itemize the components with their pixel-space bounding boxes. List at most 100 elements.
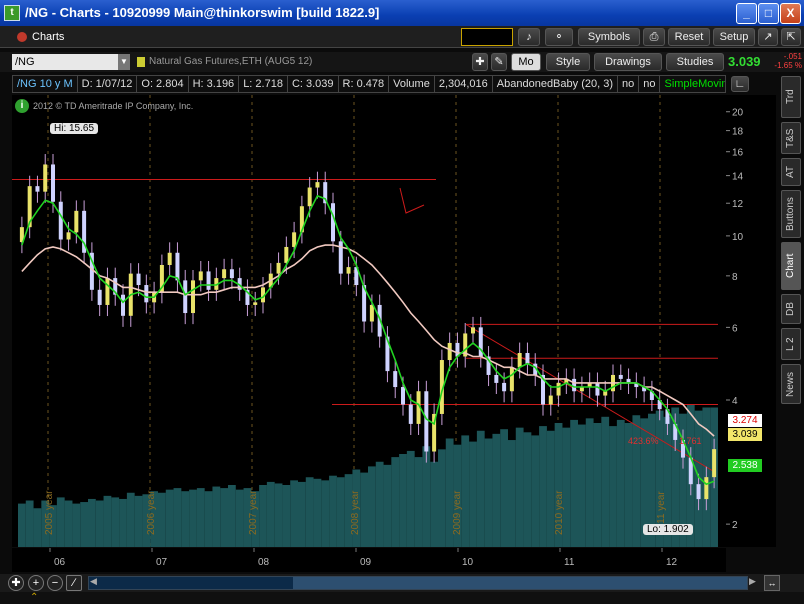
volume-bar	[601, 416, 610, 547]
side-tab-t-s[interactable]: T&S	[781, 122, 801, 154]
close-button[interactable]: X	[780, 3, 801, 24]
info-no-2: no	[639, 76, 661, 92]
year-marker-label: 2005 year	[44, 490, 55, 535]
time-tick-label: 06	[54, 557, 66, 568]
last-price: 3.039	[728, 54, 761, 69]
volume-bar	[282, 485, 291, 547]
time-tick-label: 12	[666, 557, 678, 568]
candle-body	[447, 342, 452, 361]
chart-scrollbar[interactable]	[88, 576, 748, 590]
volume-bar	[56, 497, 65, 547]
setup-button[interactable]: Setup	[713, 28, 755, 46]
tab-charts[interactable]: Charts	[12, 28, 70, 46]
volume-bar	[298, 481, 306, 547]
copyright-text: 2012 © TD Ameritrade IP Company, Inc.	[33, 101, 194, 111]
scroll-left-icon[interactable]: ◀	[90, 576, 97, 587]
zoom-in-icon[interactable]: +	[28, 575, 44, 591]
studies-button[interactable]: Studies	[666, 53, 724, 71]
price-chart-area[interactable]: 2005 year 2006 year 2007 year 2008 year 2009…	[12, 95, 726, 547]
reset-button[interactable]: Reset	[668, 28, 710, 46]
symbol-bar: /NG ▼ Natural Gas Futures,ETH (AUG5 12) …	[0, 52, 804, 72]
maximize-button[interactable]: □	[758, 3, 779, 24]
collapse-icon[interactable]: ⌃	[30, 592, 38, 604]
volume-bar	[126, 492, 135, 547]
candle-body	[58, 201, 63, 240]
year-marker-label: 2008 year	[350, 490, 361, 535]
key-icon[interactable]: ⚬	[545, 28, 573, 46]
price-chart-svg[interactable]: 2005 year 2006 year 2007 year 2008 year 2009…	[12, 95, 726, 547]
price-tick-label: 14	[732, 172, 744, 183]
candle-body	[525, 352, 530, 364]
candle-body	[307, 187, 312, 207]
style-button[interactable]: Style	[546, 53, 590, 71]
scroll-right-icon[interactable]: ▶	[749, 576, 756, 587]
info-study[interactable]: SimpleMovin...	[660, 76, 725, 92]
volume-bar	[492, 433, 501, 547]
print-icon[interactable]: ⎙	[643, 28, 665, 46]
volume-bar	[593, 423, 602, 547]
volume-bar	[578, 424, 586, 547]
volume-bar	[72, 503, 81, 547]
link-color-box[interactable]	[461, 28, 513, 46]
price-tick-label: 6	[732, 323, 738, 334]
minimize-button[interactable]: _	[736, 3, 757, 24]
volume-bar	[539, 426, 547, 547]
price-tick-label: 8	[732, 272, 738, 283]
volume-bar	[484, 438, 493, 547]
info-pattern[interactable]: AbandonedBaby (20, 3)	[493, 76, 618, 92]
volume-bar	[515, 427, 524, 547]
price-tag-fast-ma: 2.538	[728, 459, 762, 472]
info-range: R: 0.478	[339, 76, 390, 92]
side-tab-at[interactable]: AT	[781, 158, 801, 186]
volume-bar	[158, 492, 166, 547]
volume-bar	[181, 491, 190, 547]
crosshair-icon[interactable]: ✚	[472, 53, 488, 71]
candle-body	[618, 374, 623, 379]
fib-level-label: 423.6%	[628, 436, 659, 446]
price-tag-slow-ma: 3.274	[728, 414, 762, 427]
side-tab-trd[interactable]: Trd	[781, 76, 801, 118]
price-axis-svg: 20 18 16 14 12 10 8 6 4 2	[726, 95, 776, 547]
candle-body	[66, 232, 71, 240]
side-tab-l-2[interactable]: L 2	[781, 328, 801, 360]
volume-bar	[570, 419, 578, 547]
volume-bar	[609, 426, 617, 547]
pin-icon[interactable]: ↗	[758, 28, 778, 46]
chevron-down-icon[interactable]: ▼	[118, 54, 130, 70]
pan-icon[interactable]: ✚	[8, 575, 24, 591]
volume-bar	[25, 500, 34, 547]
side-tab-db[interactable]: DB	[781, 294, 801, 324]
volume-bar	[406, 450, 415, 547]
scrollbar-thumb[interactable]	[293, 577, 747, 589]
chart-settings-icon[interactable]: ∟	[731, 76, 749, 92]
info-icon[interactable]: i	[15, 99, 29, 113]
time-axis: 06 07 08 09 10 11 12	[12, 548, 726, 572]
symbol-input[interactable]: /NG	[12, 54, 130, 70]
zoom-out-icon[interactable]: −	[47, 575, 63, 591]
candle-body	[276, 262, 281, 274]
volume-bar	[469, 441, 477, 547]
thinkorswim-icon: t	[4, 5, 20, 21]
line-tool-icon[interactable]: ∕	[66, 575, 82, 591]
drawing-tool-icon[interactable]: ✎	[491, 53, 507, 71]
candle-body	[74, 210, 79, 233]
drawings-button[interactable]: Drawings	[594, 53, 662, 71]
timeframe-mo-button[interactable]: Mo	[511, 53, 541, 71]
expand-icon[interactable]: ↔	[764, 575, 780, 591]
window-title: /NG - Charts - 10920999 Main@thinkorswim…	[25, 5, 380, 20]
symbols-button[interactable]: Symbols	[578, 28, 640, 46]
candle-body	[331, 203, 335, 242]
candle-body	[198, 271, 203, 281]
side-tab-buttons[interactable]: Buttons	[781, 190, 801, 238]
volume-bar	[95, 500, 104, 547]
window-titlebar: t /NG - Charts - 10920999 Main@thinkorsw…	[0, 0, 804, 26]
volume-bar	[173, 488, 182, 547]
side-tab-chart[interactable]: Chart	[781, 242, 801, 290]
maximize-panel-icon[interactable]: ⇱	[781, 28, 801, 46]
price-tag-last: 3.039	[728, 428, 762, 441]
bell-icon[interactable]: ♪	[518, 28, 540, 46]
candle-body	[517, 352, 522, 368]
volume-bar	[616, 419, 625, 547]
candle-body	[704, 477, 709, 500]
side-tab-news[interactable]: News	[781, 364, 801, 404]
